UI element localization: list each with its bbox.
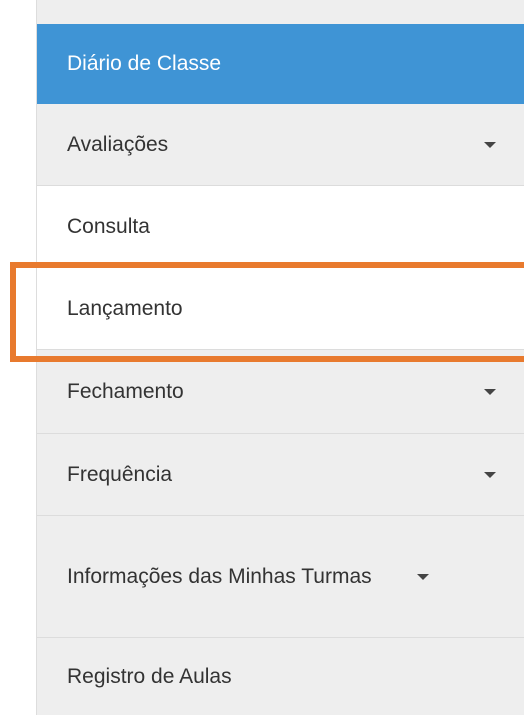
menu-item-informacoes-das-minhas-turmas[interactable]: Informações das Minhas Turmas — [37, 516, 524, 638]
caret-down-icon — [417, 573, 429, 580]
menu-item-registro-de-aulas[interactable]: Registro de Aulas — [37, 638, 524, 715]
menu-top-strip — [36, 0, 524, 10]
menu-item-label: Registro de Aulas — [67, 664, 232, 688]
menu-item-label: Lançamento — [67, 296, 183, 320]
menu-item-fechamento[interactable]: Fechamento — [37, 350, 524, 434]
menu-item-consulta[interactable]: Consulta — [37, 186, 524, 268]
menu-item-label: Frequência — [67, 462, 173, 486]
caret-down-icon — [484, 471, 496, 478]
menu-item-lancamento[interactable]: Lançamento — [37, 268, 524, 350]
menu-header-diario-de-classe[interactable]: Diário de Classe — [37, 24, 524, 104]
menu-item-label: Informações das Minhas Turmas — [67, 564, 372, 588]
caret-down-icon — [484, 388, 496, 395]
menu-item-label: Avaliações — [67, 132, 169, 156]
class-diary-menu: Diário de Classe Avaliações Consulta Lan… — [36, 10, 524, 715]
caret-down-icon — [484, 141, 496, 148]
menu-item-frequencia[interactable]: Frequência — [37, 434, 524, 516]
menu-header-label: Diário de Classe — [67, 52, 222, 75]
menu-item-avaliacoes[interactable]: Avaliações — [37, 104, 524, 186]
menu-item-label: Fechamento — [67, 379, 184, 403]
menu-item-label: Consulta — [67, 214, 150, 238]
